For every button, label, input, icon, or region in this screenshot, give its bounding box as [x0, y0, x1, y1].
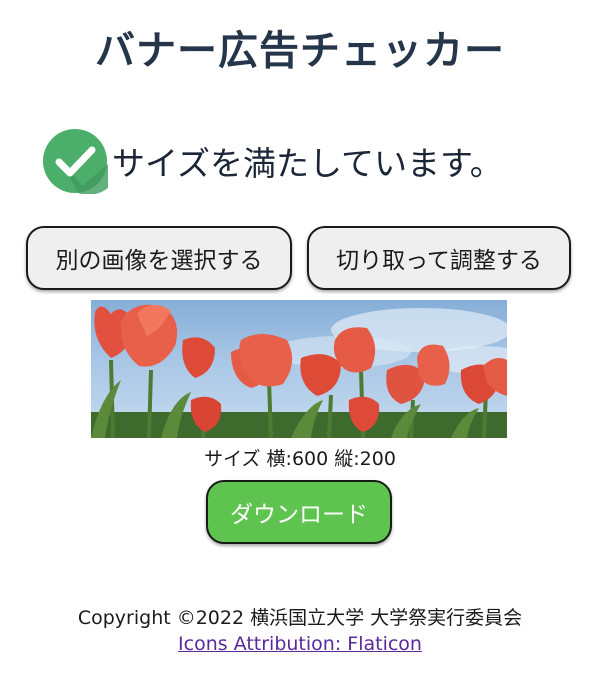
- image-size-label: サイズ 横:600 縦:200: [204, 448, 396, 470]
- banner-preview-image: [91, 300, 507, 438]
- copyright-text: Copyright ©2022 横浜国立大学 大学祭実行委員会: [77, 607, 523, 629]
- status-message: サイズを満たしています。: [112, 144, 503, 183]
- check-circle-icon: [43, 129, 108, 194]
- page-title: バナー広告チェッカー: [95, 28, 505, 74]
- crop-adjust-button[interactable]: 切り取って調整する: [307, 226, 571, 290]
- attribution: Icons Attribution: Flaticon: [0, 633, 600, 655]
- download-button[interactable]: ダウンロード: [206, 480, 392, 544]
- attribution-link[interactable]: Icons Attribution: Flaticon: [178, 633, 422, 655]
- status-row: サイズを満たしています。: [42, 128, 572, 194]
- select-other-image-button[interactable]: 別の画像を選択する: [26, 226, 292, 290]
